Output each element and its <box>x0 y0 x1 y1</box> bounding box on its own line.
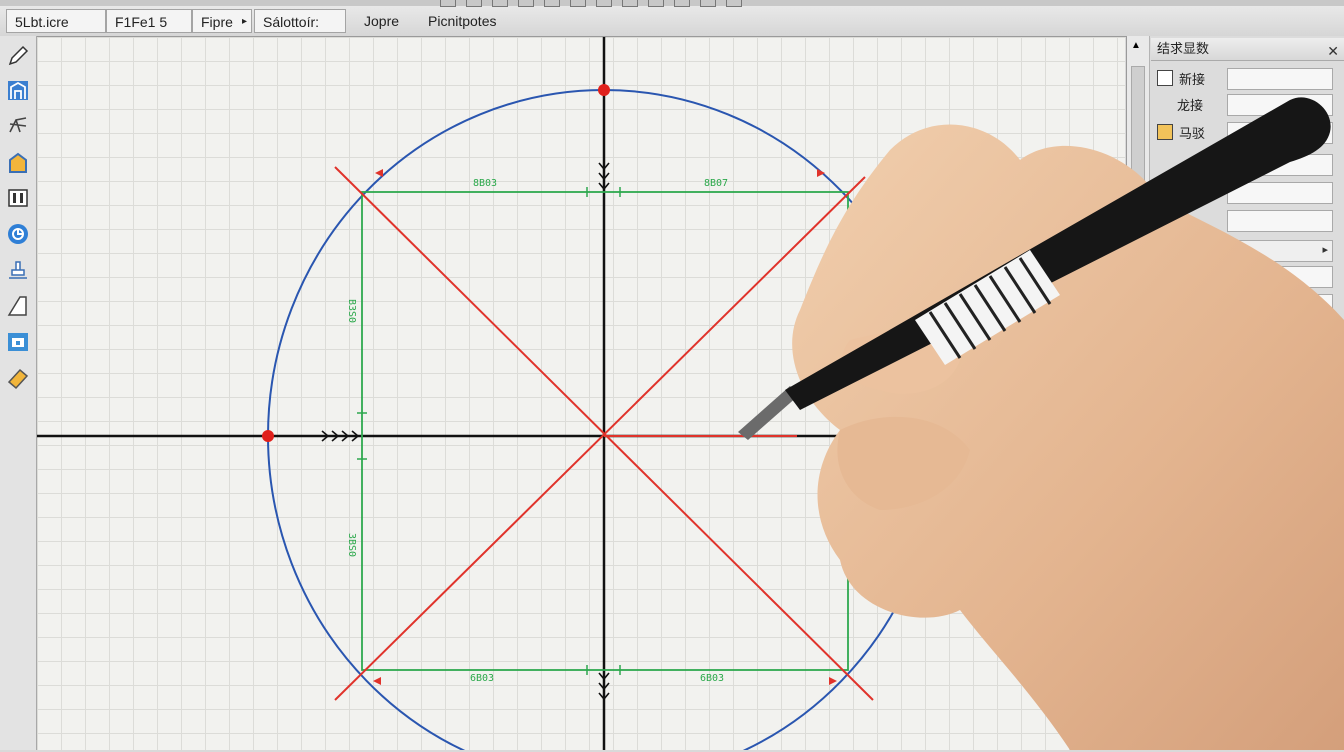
panel-field[interactable] <box>1227 294 1333 316</box>
panel-row[interactable]: 马驳 <box>1157 122 1205 146</box>
panel-row-label: 新接 <box>1179 72 1206 87</box>
checkbox-icon[interactable] <box>1157 703 1175 721</box>
panel-field[interactable] <box>1227 122 1333 144</box>
panel-spinner[interactable]: ◂ ▸ <box>1227 240 1333 262</box>
top-toolbar: 5Lbt.icre F1Fe1 5 Fipre ▸ Sálottoír: Jop… <box>0 0 1344 37</box>
left-toolbar <box>0 36 37 750</box>
toolbar-icon[interactable] <box>596 0 612 7</box>
dim-right-lower: 3BS0 <box>850 533 861 558</box>
tab-figure[interactable]: Fipre ▸ <box>192 9 252 33</box>
dim-top-left: 8B03 <box>473 178 498 189</box>
globe-icon[interactable] <box>4 220 32 248</box>
panel-field[interactable] <box>1227 94 1333 116</box>
toolbar-icon-row <box>440 0 742 8</box>
checkbox-icon[interactable] <box>1157 70 1173 86</box>
chevron-right-icon[interactable]: ▸ <box>1322 391 1328 404</box>
scroll-up-icon[interactable]: ▲ <box>1131 40 1141 51</box>
dim-left-upper: B3S0 <box>346 299 357 324</box>
diagonal-2 <box>334 176 866 701</box>
panel-spinner-2[interactable]: ▸ <box>1227 388 1333 410</box>
close-icon[interactable]: ✕ <box>1327 40 1339 62</box>
panel-field[interactable] <box>1227 332 1333 354</box>
dim-bottom-right: 6B03 <box>700 673 725 684</box>
toolbar-icon[interactable] <box>518 0 534 7</box>
geometry-drawing <box>37 37 1125 750</box>
frame-icon[interactable] <box>4 328 32 356</box>
tab-selection[interactable]: Sálottoír: <box>254 9 346 33</box>
toolbar-icon[interactable] <box>440 0 456 7</box>
toolbar-icon[interactable] <box>466 0 482 7</box>
chevron-right-icon: ▸ <box>241 16 247 27</box>
panel-field[interactable] <box>1227 414 1333 436</box>
toolbar-icon[interactable] <box>648 0 664 7</box>
panel-row[interactable]: 龙接 <box>1157 94 1203 118</box>
toolbar-icon[interactable] <box>622 0 638 7</box>
chevron-left-icon[interactable]: ◂ <box>1232 243 1238 256</box>
properties-panel: ▲ 结求显数 ✕ 新接 龙接 马驳 ◂ ▸ ▸ 美王 广東 <box>1126 36 1344 750</box>
axis-arrow-marks <box>321 162 610 701</box>
toolbar-icon[interactable] <box>544 0 560 7</box>
dim-bottom-left: 6B03 <box>470 673 495 684</box>
panel-row-label: 马驳 <box>1179 126 1206 141</box>
panel-title: 结求显数 ✕ <box>1151 38 1344 61</box>
drawing-canvas[interactable]: 8B03 8B07 6B03 6B03 B3S0 3BS0 3BS0 <box>37 37 1125 750</box>
tab-properties[interactable]: Picnitpotes <box>420 9 504 33</box>
pause-icon[interactable] <box>4 184 32 212</box>
angle-icon[interactable] <box>4 292 32 320</box>
house-icon[interactable] <box>4 76 32 104</box>
panel-field[interactable] <box>1227 360 1333 382</box>
panel-field[interactable] <box>1227 266 1333 288</box>
panel-field[interactable] <box>1227 182 1333 204</box>
node-icon[interactable] <box>4 112 32 140</box>
dim-left-lower: 3BS0 <box>346 533 357 558</box>
toolbar-icon[interactable] <box>492 0 508 7</box>
folder-icon <box>1157 729 1175 747</box>
toolbar-icon[interactable] <box>674 0 690 7</box>
chevron-right-icon[interactable]: ▸ <box>1322 243 1328 256</box>
scroll-thumb[interactable] <box>1131 66 1145 488</box>
pencil-icon[interactable] <box>4 42 32 70</box>
panel-field[interactable] <box>1227 210 1333 232</box>
top-point[interactable] <box>598 84 610 96</box>
dim-top-right: 8B07 <box>704 178 729 189</box>
panel-row[interactable]: 广東 <box>1157 728 1207 752</box>
tab-jopre[interactable]: Jopre <box>356 9 407 33</box>
panel-row-label: 龙接 <box>1177 98 1204 113</box>
fill-icon[interactable] <box>4 148 32 176</box>
panel-scrollbar[interactable]: ▲ <box>1127 36 1150 750</box>
panel-row-label: 广東 <box>1181 732 1208 747</box>
panel-row[interactable]: 新接 <box>1157 68 1205 92</box>
panel-title-label: 结求显数 <box>1157 41 1210 56</box>
folder-icon <box>1157 124 1173 140</box>
tab-select[interactable]: 5Lbt.icre <box>6 9 106 33</box>
panel-row[interactable]: 美王 <box>1157 702 1207 726</box>
tab-file[interactable]: F1Fe1 5 <box>106 9 192 33</box>
toolbar-icon[interactable] <box>570 0 586 7</box>
panel-field[interactable] <box>1227 154 1333 176</box>
left-point[interactable] <box>262 430 274 442</box>
toolbar-icon[interactable] <box>726 0 742 7</box>
panel-field[interactable] <box>1227 68 1333 90</box>
eraser-icon[interactable] <box>4 364 32 392</box>
tab-figure-label: Fipre <box>201 14 233 30</box>
toolbar-icon[interactable] <box>700 0 716 7</box>
level-icon[interactable] <box>4 256 32 284</box>
panel-row-label: 美王 <box>1181 706 1208 721</box>
